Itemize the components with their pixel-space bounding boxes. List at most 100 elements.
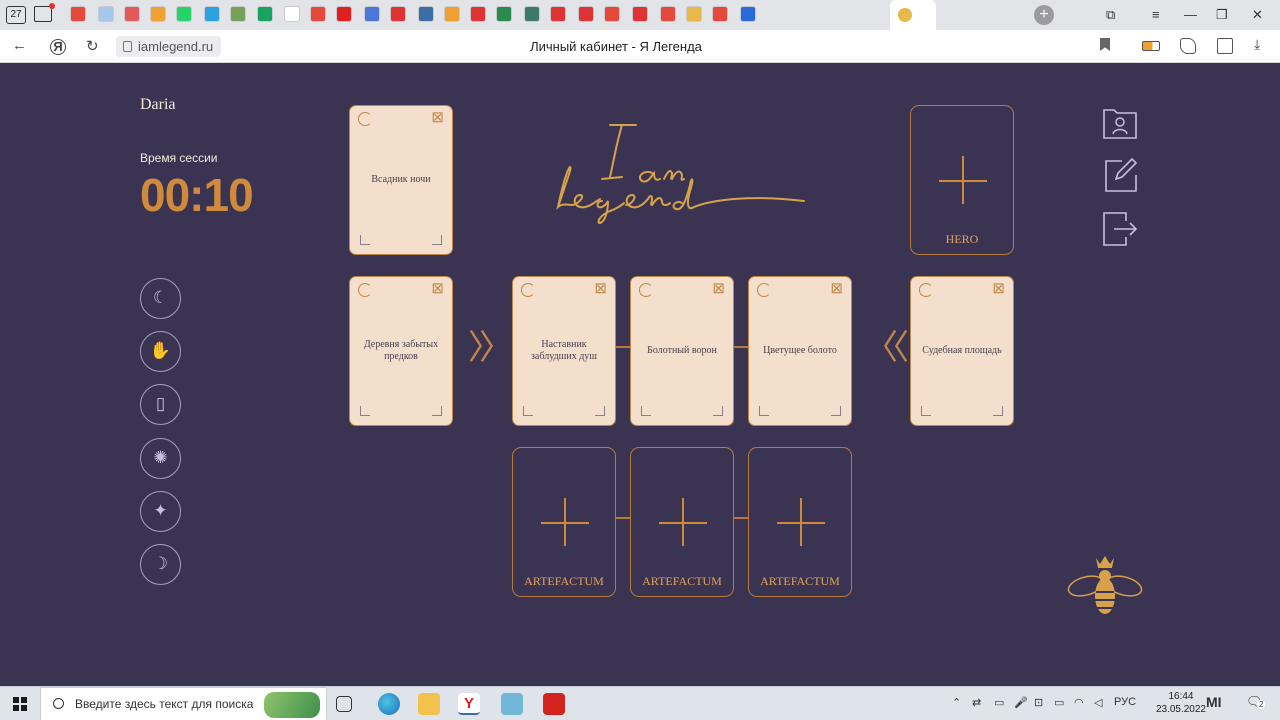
c-mark-icon [358, 112, 372, 126]
windows-taskbar: Введите здесь текст для поиска Y ⌃ ⇄ ▭ 🎤… [0, 686, 1280, 720]
card-title: Цветущее болото [763, 345, 837, 356]
slot-label: ARTEFACTUM [524, 574, 604, 588]
browser-tab-favicon[interactable] [418, 6, 434, 22]
tray-app-icon[interactable]: ⇄ [972, 696, 981, 709]
artefact-slot-1[interactable]: ARTEFACTUM [512, 447, 616, 597]
browser-tab-favicon[interactable] [176, 6, 192, 22]
browser-tab-favicon[interactable] [70, 6, 86, 22]
download-icon[interactable]: ⤓ [1254, 36, 1270, 52]
cross-icon[interactable]: ⊠ [992, 281, 1005, 296]
mm-app-icon[interactable]: MI [1206, 694, 1222, 710]
user-name: Daria [140, 96, 176, 113]
tray-expand-icon[interactable]: ⌃ [952, 696, 961, 709]
path-card-4[interactable]: ⊠ Цветущее болото [748, 276, 852, 426]
browser-tab-favicon[interactable] [444, 6, 460, 22]
file-explorer-icon[interactable] [418, 693, 440, 715]
notes-app-icon[interactable] [501, 693, 523, 715]
session-label: Время сессии [140, 151, 218, 165]
book-sun-icon[interactable]: ✺ [140, 438, 181, 479]
browser-tab-favicon[interactable] [98, 6, 114, 22]
tray-camera-icon[interactable]: ▭ [994, 696, 1004, 709]
c-mark-icon [358, 283, 372, 297]
location-card[interactable]: ⊠ Всадник ночи [349, 105, 453, 255]
browser-tab-favicon[interactable] [496, 6, 512, 22]
path-card-5[interactable]: ⊠ Судебная площадь [910, 276, 1014, 426]
extension-icon[interactable] [1217, 38, 1233, 54]
browser-tab-favicon[interactable] [524, 6, 540, 22]
i-am-legend-logo [556, 124, 805, 225]
taskbar-search[interactable]: Введите здесь текст для поиска [40, 687, 327, 720]
volume-icon[interactable]: ◁ [1094, 696, 1102, 709]
language-indicator[interactable]: РУС [1114, 696, 1136, 708]
acrobat-icon[interactable] [543, 693, 565, 715]
edit-icon[interactable] [1102, 157, 1138, 193]
browser-tabstrip: 27 + ⧉ ≡ — ❐ ✕ [0, 0, 1280, 30]
close-button[interactable]: ✕ [1252, 7, 1263, 23]
browser-tab-favicon[interactable] [204, 6, 220, 22]
cross-icon[interactable]: ⊠ [431, 110, 444, 125]
path-card-3[interactable]: ⊠ Болотный ворон [630, 276, 734, 426]
browser-tab-favicon[interactable] [257, 6, 273, 22]
hand-moon-icon[interactable]: ☾ [140, 278, 181, 319]
tabs-view-icon[interactable]: ⧉ [1106, 7, 1115, 23]
browser-tab-favicon[interactable] [604, 6, 620, 22]
browser-tab-favicon[interactable] [230, 6, 246, 22]
restore-button[interactable]: ❐ [1216, 7, 1228, 23]
minimize-button[interactable]: — [1184, 7, 1197, 22]
search-icon [53, 698, 64, 709]
browser-tab-favicon[interactable] [390, 6, 406, 22]
tab-folder-icon[interactable] [34, 3, 55, 22]
profile-folder-icon[interactable] [1102, 104, 1138, 140]
battery-tray-icon[interactable]: ▭ [1054, 696, 1064, 709]
microphone-icon[interactable]: 🎤 [1014, 696, 1028, 709]
door-moon-icon[interactable]: ☽ [140, 544, 181, 585]
browser-tab-favicon[interactable] [550, 6, 566, 22]
cross-icon[interactable]: ⊠ [594, 281, 607, 296]
clock[interactable]: 16:44 23.05.2022 [1156, 690, 1206, 716]
task-view-icon[interactable] [336, 696, 352, 712]
browser-tab-favicon[interactable] [150, 6, 166, 22]
logout-icon[interactable] [1102, 211, 1138, 247]
battery-icon[interactable] [1142, 41, 1160, 51]
hero-slot[interactable]: HERO [910, 105, 1014, 255]
browser-tab-favicon[interactable] [336, 6, 352, 22]
card-title: Деревня забытых предков [363, 339, 439, 362]
browser-tab-favicon[interactable] [632, 6, 648, 22]
session-timer: 00:10 [140, 169, 254, 221]
browser-tab-favicon[interactable] [284, 6, 300, 22]
active-browser-tab[interactable] [890, 0, 936, 30]
tray-update-icon[interactable]: ⊡ [1034, 696, 1043, 709]
cross-icon[interactable]: ⊠ [830, 281, 843, 296]
cross-icon[interactable]: ⊠ [712, 281, 725, 296]
tarot-cards-icon[interactable]: ▯ [140, 384, 181, 425]
wifi-icon[interactable]: ◠ [1074, 696, 1084, 709]
browser-tab-favicon[interactable] [124, 6, 140, 22]
browser-tab-favicon[interactable] [740, 6, 756, 22]
cross-icon[interactable]: ⊠ [431, 281, 444, 296]
browser-tab-favicon[interactable] [712, 6, 728, 22]
new-tab-button[interactable]: + [1034, 5, 1054, 25]
artefact-slot-2[interactable]: ARTEFACTUM [630, 447, 734, 597]
browser-tab-favicon[interactable] [470, 6, 486, 22]
windows-start-icon[interactable] [13, 697, 27, 711]
yandex-browser-icon[interactable]: Y [458, 693, 480, 715]
tab-count-badge[interactable]: 27 [6, 6, 26, 24]
artefact-slot-3[interactable]: ARTEFACTUM [748, 447, 852, 597]
browser-tab-favicon[interactable] [310, 6, 326, 22]
trash-sparkle-icon[interactable]: ✦ [140, 491, 181, 532]
menu-icon[interactable]: ≡ [1152, 7, 1160, 22]
slot-label: ARTEFACTUM [642, 574, 722, 588]
c-mark-icon [919, 283, 933, 297]
protect-icon[interactable] [1180, 38, 1196, 54]
browser-tab-favicon[interactable] [364, 6, 380, 22]
address-bar: ← Я ↻ iamlegend.ru Личный кабинет - Я Ле… [0, 30, 1280, 63]
browser-tab-favicon[interactable] [578, 6, 594, 22]
browser-tab-favicon[interactable] [686, 6, 702, 22]
c-mark-icon [639, 283, 653, 297]
edge-icon[interactable] [378, 693, 400, 715]
path-card-2[interactable]: ⊠ Наставник заблудших душ [512, 276, 616, 426]
hand-star-icon[interactable]: ✋ [140, 331, 181, 372]
browser-tab-favicon[interactable] [660, 6, 676, 22]
path-card-1[interactable]: ⊠ Деревня забытых предков [349, 276, 453, 426]
notification-count: 2 [1257, 700, 1266, 709]
